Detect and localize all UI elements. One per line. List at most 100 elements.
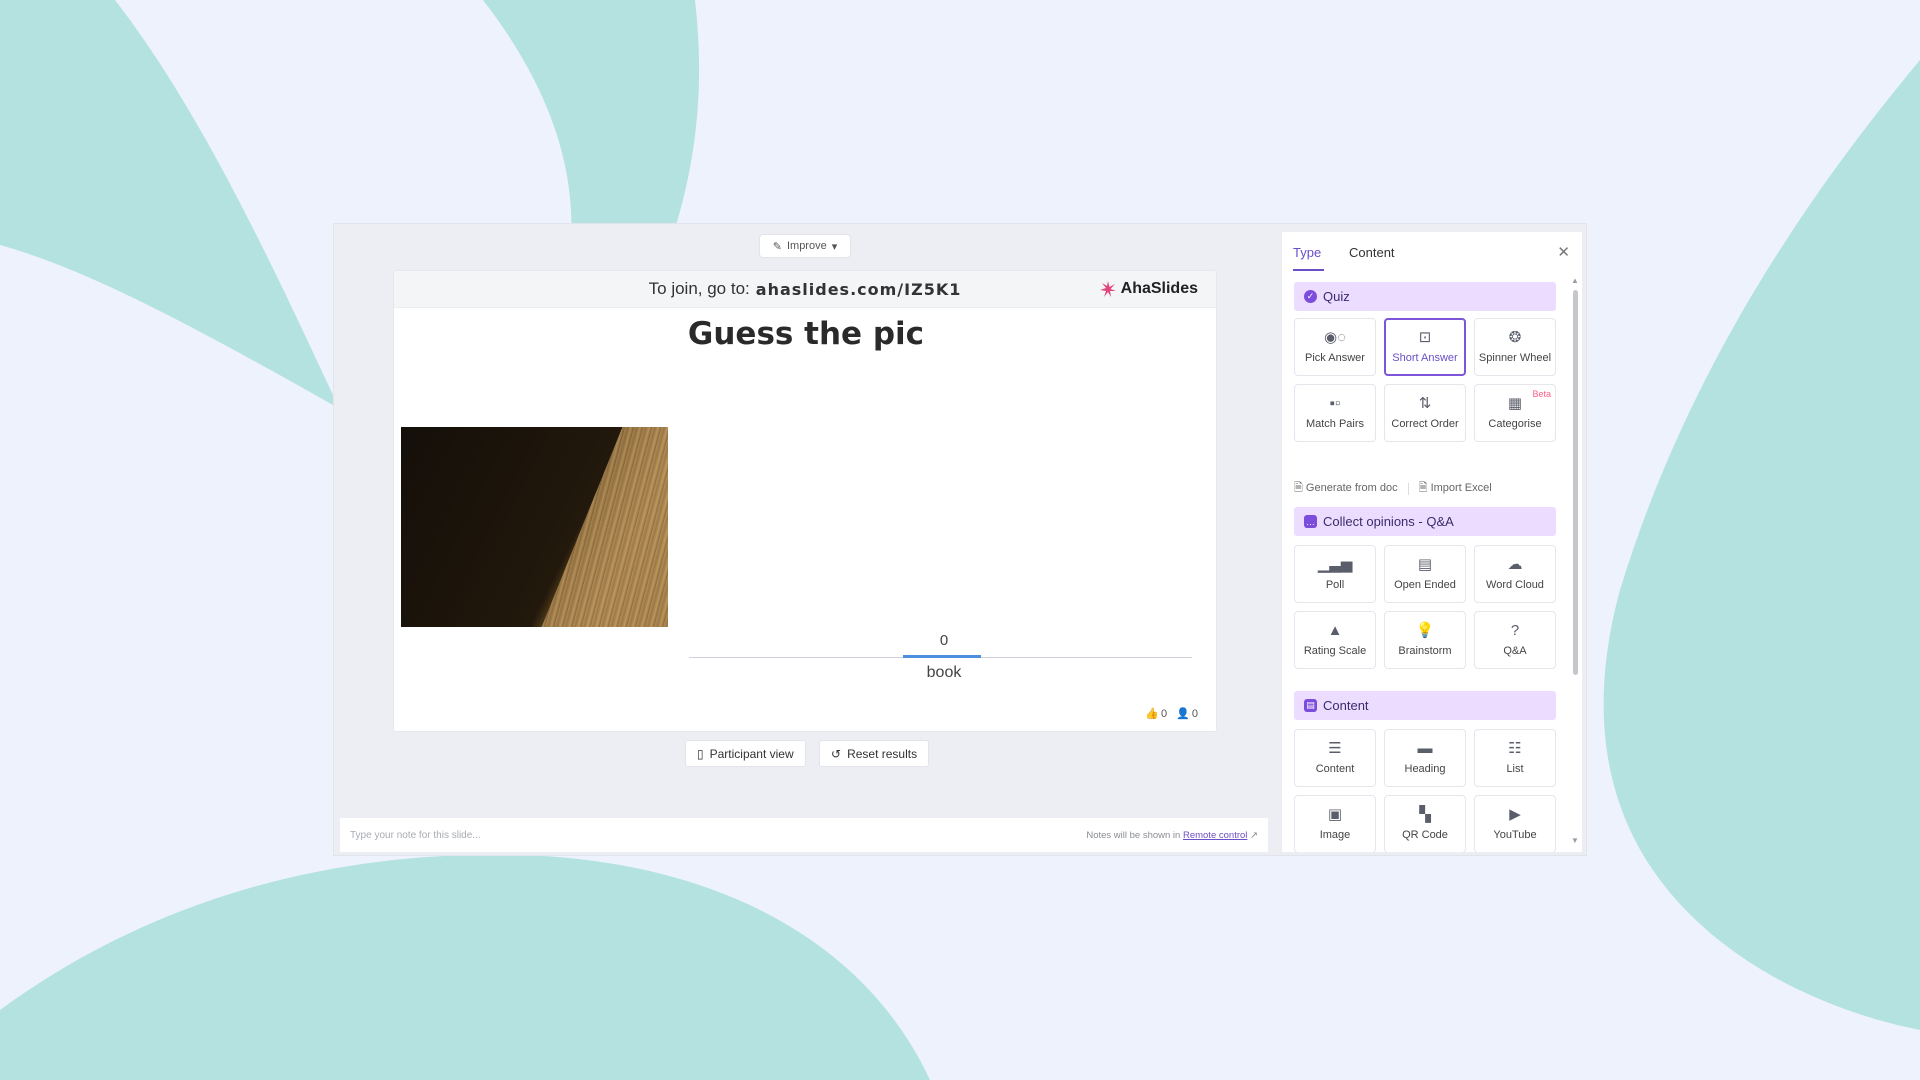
tile-list[interactable]: ☷ List bbox=[1474, 729, 1556, 787]
tile-qr-code[interactable]: ▚ QR Code bbox=[1384, 795, 1466, 852]
tile-spinner-wheel[interactable]: ❂ Spinner Wheel bbox=[1474, 318, 1556, 376]
tile-brainstorm[interactable]: 💡 Brainstorm bbox=[1384, 611, 1466, 669]
slide-type-panel: Type Content ✕ ✓ Quiz ◉◌ Pick Answer ⊡ S… bbox=[1282, 232, 1582, 852]
section-content-label: Content bbox=[1323, 698, 1369, 713]
participant-view-button[interactable]: ▯ Participant view bbox=[685, 740, 806, 767]
bar-chart-icon: ▁▃▅ bbox=[1317, 556, 1353, 573]
scroll-down-icon[interactable]: ▼ bbox=[1571, 836, 1579, 845]
tab-content[interactable]: Content bbox=[1349, 245, 1395, 260]
panel-scrollbar[interactable]: ▲ ▼ bbox=[1570, 276, 1580, 846]
tile-label: Brainstorm bbox=[1398, 645, 1452, 657]
section-opinions-label: Collect opinions - Q&A bbox=[1323, 514, 1454, 529]
qa-icon: ? bbox=[1510, 622, 1520, 639]
active-tab-indicator bbox=[1293, 269, 1324, 271]
list-icon: ☷ bbox=[1508, 740, 1522, 757]
section-quiz-label: Quiz bbox=[1323, 289, 1350, 304]
tile-open-ended[interactable]: ▤ Open Ended bbox=[1384, 545, 1466, 603]
improve-button[interactable]: ✎ Improve ▾ bbox=[759, 234, 851, 258]
notes-field[interactable]: Type your note for this slide... Notes w… bbox=[340, 818, 1268, 852]
participant-view-label: Participant view bbox=[709, 746, 794, 761]
tile-label: Image bbox=[1319, 829, 1351, 841]
tile-categorise[interactable]: Beta ▦ Categorise bbox=[1474, 384, 1556, 442]
join-bar: To join, go to: ahaslides.com/IZ5K1 AhaS… bbox=[394, 271, 1216, 308]
spreadsheet-icon: 🗎 bbox=[1418, 482, 1428, 494]
tile-rating-scale[interactable]: ▲ Rating Scale bbox=[1294, 611, 1376, 669]
reset-results-label: Reset results bbox=[847, 746, 918, 761]
tile-word-cloud[interactable]: ☁ Word Cloud bbox=[1474, 545, 1556, 603]
thumbs-up-icon: 👍 bbox=[1145, 708, 1160, 720]
result-bar bbox=[903, 655, 981, 658]
import-excel-label: Import Excel bbox=[1430, 482, 1492, 494]
remote-control-link[interactable]: Remote control bbox=[1183, 830, 1247, 841]
participants-stat: 👤 0 bbox=[1176, 707, 1198, 721]
pick-answer-icon: ◉◌ bbox=[1323, 329, 1346, 346]
heading-icon: ▬ bbox=[1417, 740, 1433, 757]
magic-wand-icon: ✎ bbox=[772, 240, 782, 253]
tile-short-answer[interactable]: ⊡ Short Answer bbox=[1384, 318, 1466, 376]
brand-name: AhaSlides bbox=[1120, 280, 1198, 297]
check-circle-icon: ✓ bbox=[1304, 290, 1317, 303]
tile-content[interactable]: ☰ Content bbox=[1294, 729, 1376, 787]
match-pairs-icon: ▪▫ bbox=[1329, 395, 1341, 412]
youtube-icon: ▶ bbox=[1509, 806, 1521, 823]
scroll-thumb[interactable] bbox=[1573, 290, 1578, 675]
notes-info: Notes will be shown in Remote control ↗ bbox=[1086, 830, 1258, 841]
tile-label: Match Pairs bbox=[1305, 418, 1365, 430]
tile-label: Categorise bbox=[1488, 418, 1542, 430]
tile-label: Rating Scale bbox=[1303, 645, 1367, 657]
tab-type[interactable]: Type bbox=[1293, 245, 1321, 260]
notes-info-prefix: Notes will be shown in bbox=[1086, 829, 1181, 841]
slide-title: Guess the pic bbox=[687, 316, 925, 352]
tile-label: Open Ended bbox=[1394, 579, 1456, 591]
tile-label: Poll bbox=[1325, 579, 1345, 591]
likes-stat: 👍 0 bbox=[1145, 707, 1167, 721]
person-icon: 👤 bbox=[1176, 708, 1190, 720]
reset-icon: ↺ bbox=[831, 746, 842, 761]
slide-preview[interactable]: To join, go to: ahaslides.com/IZ5K1 AhaS… bbox=[393, 270, 1217, 732]
tile-label: Short Answer bbox=[1392, 352, 1458, 364]
categorise-icon: ▦ bbox=[1507, 395, 1523, 412]
tile-match-pairs[interactable]: ▪▫ Match Pairs bbox=[1294, 384, 1376, 442]
tile-label: Heading bbox=[1404, 763, 1446, 775]
brand-logo: AhaSlides bbox=[1098, 279, 1198, 299]
improve-label: Improve bbox=[786, 240, 827, 252]
tile-label: Content bbox=[1315, 763, 1355, 775]
content-grid: ☰ Content ▬ Heading ☷ List ▣ Image ▚ QR … bbox=[1294, 729, 1556, 852]
qr-code-icon: ▚ bbox=[1419, 806, 1431, 823]
join-url: ahaslides.com/IZ5K1 bbox=[755, 279, 962, 299]
slide-stats: 👍 0 👤 0 bbox=[1145, 707, 1198, 721]
tile-pick-answer[interactable]: ◉◌ Pick Answer bbox=[1294, 318, 1376, 376]
content-section-icon: ▤ bbox=[1304, 699, 1317, 712]
tile-poll[interactable]: ▁▃▅ Poll bbox=[1294, 545, 1376, 603]
content-icon: ☰ bbox=[1328, 740, 1342, 757]
section-quiz: ✓ Quiz bbox=[1294, 282, 1556, 311]
tile-youtube[interactable]: ▶ YouTube bbox=[1474, 795, 1556, 852]
tile-correct-order[interactable]: ⇅ Correct Order bbox=[1384, 384, 1466, 442]
divider bbox=[1407, 482, 1409, 495]
generate-from-doc-link[interactable]: 🗎 Generate from doc bbox=[1294, 479, 1398, 498]
close-icon[interactable]: ✕ bbox=[1557, 243, 1570, 261]
tile-heading[interactable]: ▬ Heading bbox=[1384, 729, 1466, 787]
app-window: ✎ Improve ▾ To join, go to: ahaslides.co… bbox=[333, 223, 1587, 856]
beta-badge: Beta bbox=[1532, 389, 1551, 399]
tile-label: Pick Answer bbox=[1305, 352, 1365, 364]
tile-label: QR Code bbox=[1402, 829, 1448, 841]
tile-label: YouTube bbox=[1493, 829, 1537, 841]
tile-label: List bbox=[1506, 763, 1524, 775]
scroll-up-icon[interactable]: ▲ bbox=[1571, 276, 1579, 285]
reset-results-button[interactable]: ↺ Reset results bbox=[819, 740, 930, 767]
join-prefix: To join, go to: bbox=[648, 279, 750, 298]
cloud-icon: ☁ bbox=[1507, 556, 1523, 573]
import-excel-link[interactable]: 🗎 Import Excel bbox=[1419, 479, 1492, 498]
section-opinions: … Collect opinions - Q&A bbox=[1294, 507, 1556, 536]
panel-tabs: Type Content ✕ bbox=[1282, 232, 1582, 272]
section-content: ▤ Content bbox=[1294, 691, 1556, 720]
chevron-down-icon: ▾ bbox=[831, 240, 838, 253]
tile-label: Correct Order bbox=[1391, 418, 1459, 430]
brainstorm-icon: 💡 bbox=[1415, 622, 1435, 639]
phone-icon: ▯ bbox=[697, 746, 704, 761]
tile-image[interactable]: ▣ Image bbox=[1294, 795, 1376, 852]
tile-qa[interactable]: ? Q&A bbox=[1474, 611, 1556, 669]
external-link-icon: ↗ bbox=[1250, 829, 1258, 841]
notes-placeholder: Type your note for this slide... bbox=[350, 829, 481, 841]
